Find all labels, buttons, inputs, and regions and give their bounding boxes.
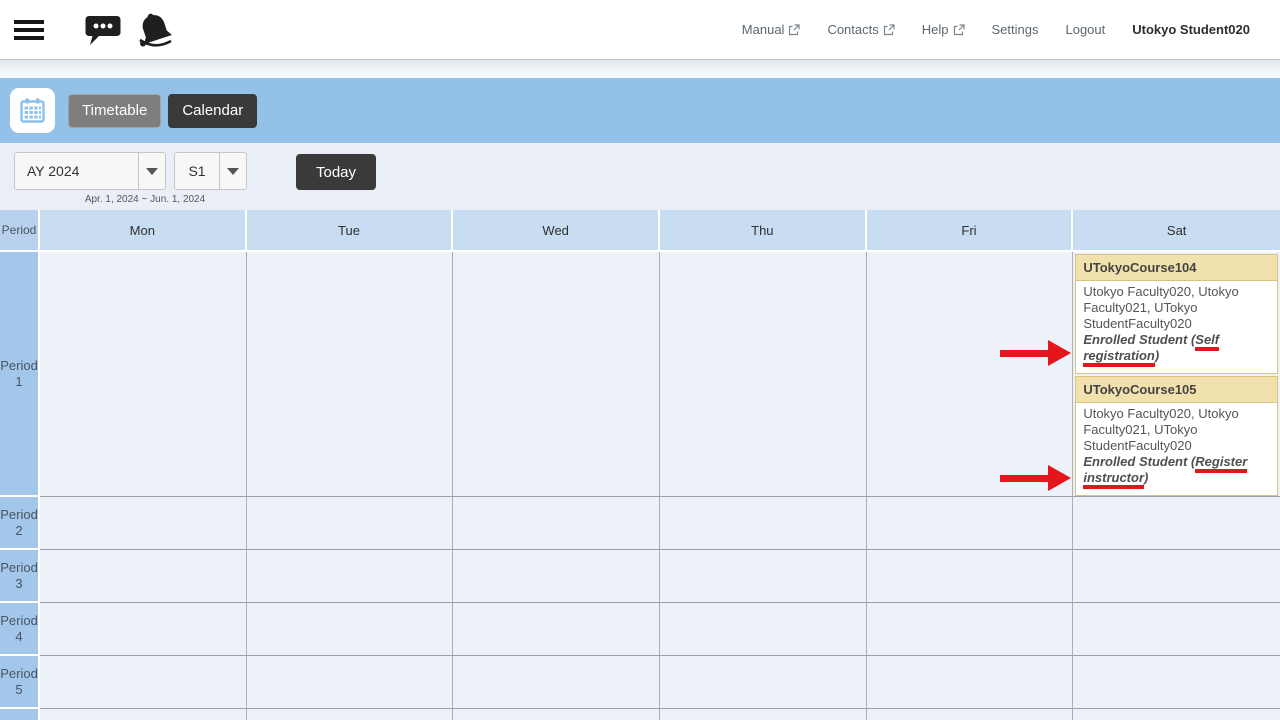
column-header-mon: Mon <box>40 210 247 252</box>
cell-fri-p1[interactable] <box>867 252 1074 497</box>
academic-year-value: AY 2024 <box>15 153 138 189</box>
notification-bell-icon[interactable] <box>134 10 176 50</box>
cell-fri-p6[interactable] <box>867 709 1074 720</box>
nav-help[interactable]: Help <box>922 22 965 37</box>
cell-tue-p3[interactable] <box>247 550 454 603</box>
top-header: Manual Contacts Help Settings Logout Uto… <box>0 0 1280 59</box>
cell-mon-p1[interactable] <box>40 252 247 497</box>
course-card: UTokyoCourse105 Utokyo Faculty020, Utoky… <box>1075 376 1278 496</box>
cell-tue-p4[interactable] <box>247 603 454 656</box>
course-instructors: Utokyo Faculty020, Utokyo Faculty021, UT… <box>1083 284 1238 331</box>
period-4-label: Period 4 <box>0 603 40 656</box>
nav-logout[interactable]: Logout <box>1065 22 1105 37</box>
view-switch-banner: Timetable Calendar <box>0 78 1280 143</box>
cell-fri-p3[interactable] <box>867 550 1074 603</box>
nav-logout-label: Logout <box>1065 22 1105 37</box>
cell-mon-p3[interactable] <box>40 550 247 603</box>
period-1-label: Period 1 <box>0 252 40 497</box>
academic-year-select[interactable]: AY 2024 <box>14 152 166 190</box>
external-link-icon <box>953 24 965 36</box>
cell-wed-p2[interactable] <box>453 497 660 550</box>
nav-contacts[interactable]: Contacts <box>827 22 894 37</box>
period-5-label: Period 5 <box>0 656 40 709</box>
nav-manual[interactable]: Manual <box>742 22 801 37</box>
cell-wed-p1[interactable] <box>453 252 660 497</box>
tab-calendar[interactable]: Calendar <box>168 94 257 128</box>
cell-tue-p5[interactable] <box>247 656 454 709</box>
logged-in-user: Utokyo Student020 <box>1132 22 1250 37</box>
term-select[interactable]: S1 <box>174 152 247 190</box>
period-6-label: Period 6 <box>0 709 40 720</box>
term-value: S1 <box>175 153 219 189</box>
column-header-tue: Tue <box>247 210 454 252</box>
course-title[interactable]: UTokyoCourse104 <box>1076 255 1277 281</box>
cell-sat-p1: UTokyoCourse104 Utokyo Faculty020, Utoky… <box>1073 252 1280 497</box>
cell-sat-p2[interactable] <box>1073 497 1280 550</box>
cell-tue-p2[interactable] <box>247 497 454 550</box>
column-header-sat: Sat <box>1073 210 1280 252</box>
timetable-grid: Period Mon Tue Wed Thu Fri Sat Period 1 … <box>0 210 1280 720</box>
nav-settings[interactable]: Settings <box>992 22 1039 37</box>
top-nav: Manual Contacts Help Settings Logout Uto… <box>742 22 1250 37</box>
timetable-page: Manual Contacts Help Settings Logout Uto… <box>0 0 1280 720</box>
cell-thu-p4[interactable] <box>660 603 867 656</box>
chevron-down-icon <box>219 153 246 189</box>
cell-fri-p2[interactable] <box>867 497 1074 550</box>
column-header-thu: Thu <box>660 210 867 252</box>
chevron-down-icon <box>138 153 165 189</box>
cell-mon-p4[interactable] <box>40 603 247 656</box>
column-header-period: Period <box>0 210 40 252</box>
course-details: Utokyo Faculty020, Utokyo Faculty021, UT… <box>1076 403 1277 495</box>
external-link-icon <box>788 24 800 36</box>
cell-fri-p4[interactable] <box>867 603 1074 656</box>
period-3-label: Period 3 <box>0 550 40 603</box>
column-header-wed: Wed <box>453 210 660 252</box>
cell-thu-p1[interactable] <box>660 252 867 497</box>
cell-mon-p6[interactable] <box>40 709 247 720</box>
cell-mon-p2[interactable] <box>40 497 247 550</box>
cell-thu-p6[interactable] <box>660 709 867 720</box>
cell-thu-p2[interactable] <box>660 497 867 550</box>
term-date-range: Apr. 1, 2024 ~ Jun. 1, 2024 <box>0 194 290 205</box>
cell-sat-p3[interactable] <box>1073 550 1280 603</box>
course-title[interactable]: UTokyoCourse105 <box>1076 377 1277 403</box>
column-header-fri: Fri <box>867 210 1074 252</box>
period-2-label: Period 2 <box>0 497 40 550</box>
cell-fri-p5[interactable] <box>867 656 1074 709</box>
cell-thu-p3[interactable] <box>660 550 867 603</box>
cell-wed-p5[interactable] <box>453 656 660 709</box>
hamburger-menu-icon[interactable] <box>14 20 44 40</box>
cell-sat-p6[interactable] <box>1073 709 1280 720</box>
calendar-icon <box>10 88 55 133</box>
today-button[interactable]: Today <box>296 154 376 190</box>
view-tabs: Timetable Calendar <box>68 94 257 128</box>
course-details: Utokyo Faculty020, Utokyo Faculty021, UT… <box>1076 281 1277 373</box>
filter-bar: AY 2024 S1 Today Apr. 1, 2024 ~ Jun. 1, … <box>0 143 1280 210</box>
cell-wed-p6[interactable] <box>453 709 660 720</box>
cell-sat-p4[interactable] <box>1073 603 1280 656</box>
external-link-icon <box>883 24 895 36</box>
cell-sat-p5[interactable] <box>1073 656 1280 709</box>
enrollment-status: Enrolled Student (Self registration) <box>1083 332 1270 364</box>
tab-timetable[interactable]: Timetable <box>68 94 161 128</box>
cell-wed-p4[interactable] <box>453 603 660 656</box>
header-shadow <box>0 59 1280 78</box>
cell-tue-p1[interactable] <box>247 252 454 497</box>
nav-manual-label: Manual <box>742 22 785 37</box>
cell-thu-p5[interactable] <box>660 656 867 709</box>
course-instructors: Utokyo Faculty020, Utokyo Faculty021, UT… <box>1083 406 1238 453</box>
nav-contacts-label: Contacts <box>827 22 878 37</box>
course-card: UTokyoCourse104 Utokyo Faculty020, Utoky… <box>1075 254 1278 374</box>
cell-tue-p6[interactable] <box>247 709 454 720</box>
enrollment-status: Enrolled Student (Register instructor) <box>1083 454 1270 486</box>
cell-mon-p5[interactable] <box>40 656 247 709</box>
nav-help-label: Help <box>922 22 949 37</box>
chat-bubble-icon[interactable] <box>84 13 122 47</box>
nav-settings-label: Settings <box>992 22 1039 37</box>
cell-wed-p3[interactable] <box>453 550 660 603</box>
